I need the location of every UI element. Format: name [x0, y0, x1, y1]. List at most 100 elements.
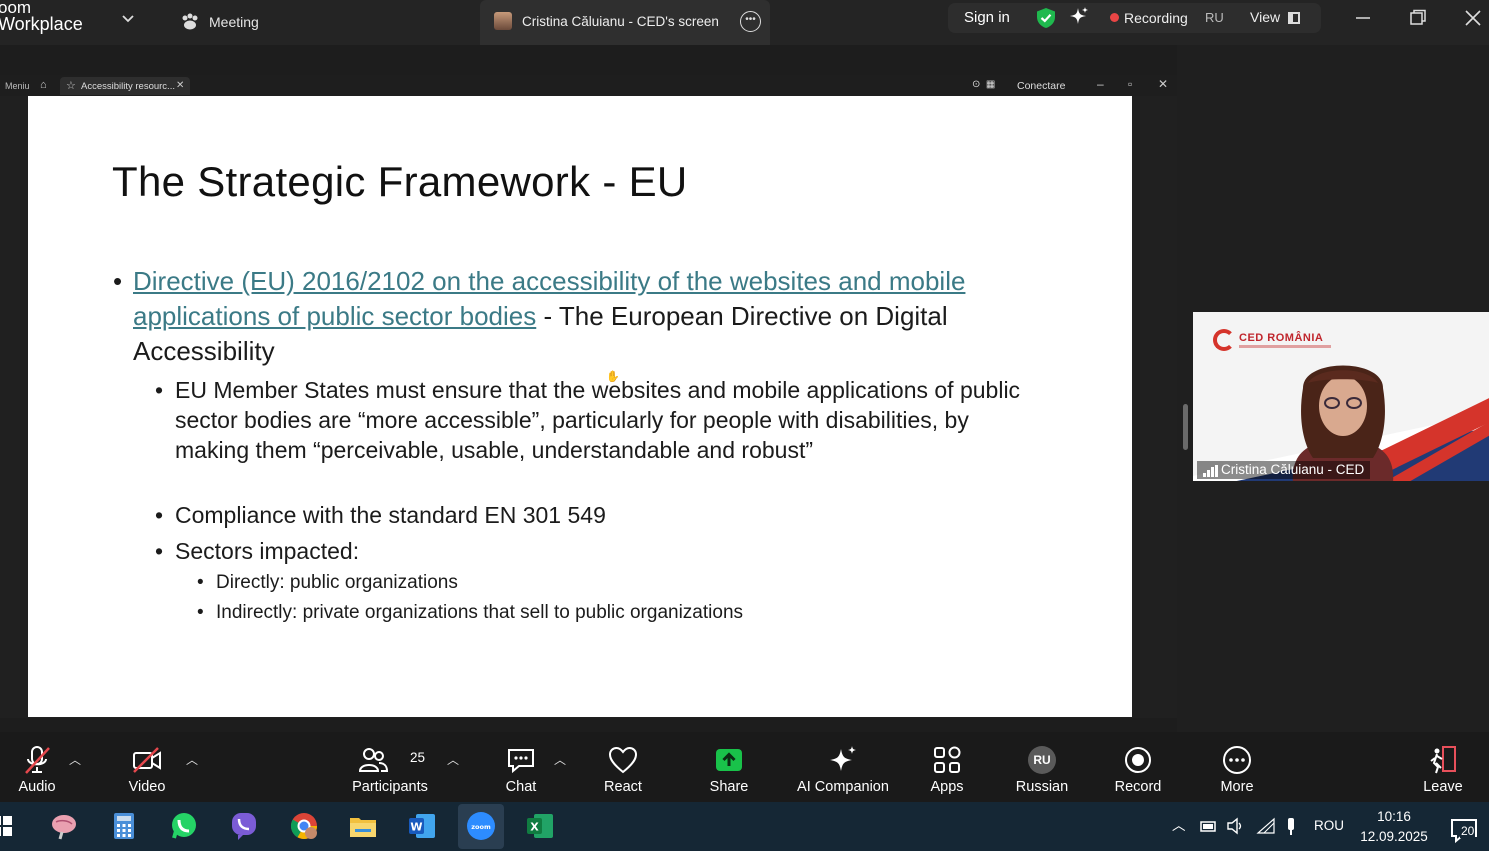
presentation-slide: The Strategic Framework - EU • Directive…	[28, 96, 1132, 717]
whatsapp-icon[interactable]	[168, 810, 200, 842]
browser-close-icon: ✕	[1158, 77, 1169, 91]
ai-companion-button[interactable]: AI Companion	[790, 732, 896, 802]
word-icon[interactable]: W	[406, 810, 438, 842]
slide-subbullet-member-states: • EU Member States must ensure that the …	[155, 375, 1045, 465]
recording-label[interactable]: Recording	[1124, 10, 1188, 26]
chat-button[interactable]: Chat	[490, 732, 552, 802]
bullet-dot: •	[155, 377, 164, 403]
chat-icon	[508, 749, 534, 774]
svg-text:X: X	[530, 821, 539, 834]
audio-options-chevron-icon[interactable]: ︿	[69, 751, 81, 768]
language-indicator-tray[interactable]: ROU	[1314, 818, 1344, 833]
clock-date: 12.09.2025	[1360, 829, 1428, 844]
record-button[interactable]: Record	[1106, 732, 1170, 802]
star-icon: ☆	[66, 80, 76, 92]
browser-minimize-icon: –	[1097, 77, 1104, 91]
ai-sparkle-icon[interactable]	[1068, 6, 1090, 28]
hand-cursor-icon: ✋	[606, 370, 620, 383]
chat-options-chevron-icon[interactable]: ︿	[554, 751, 566, 768]
windows-start-icon[interactable]	[0, 814, 14, 838]
bullet-dot: •	[197, 572, 204, 593]
battery-icon[interactable]	[1198, 818, 1218, 834]
video-options-chevron-icon[interactable]: ︿	[186, 751, 198, 768]
chevron-down-icon[interactable]	[122, 14, 134, 24]
panel-resize-handle[interactable]	[1183, 404, 1188, 450]
file-explorer-icon[interactable]	[347, 810, 379, 842]
bullet-dot: •	[113, 266, 123, 296]
audio-button[interactable]: Audio	[0, 732, 74, 802]
windows-taskbar: W zoom X ︿ ROU 10:16 12.09.2025 20	[0, 802, 1489, 851]
more-options-icon[interactable]: •••	[740, 11, 761, 32]
participants-count: 25	[410, 750, 426, 765]
chrome-icon[interactable]	[288, 810, 320, 842]
video-off-icon	[133, 747, 161, 773]
leave-button[interactable]: Leave	[1412, 732, 1474, 802]
slide-bullet-directive: • Directive (EU) 2016/2102 on the access…	[113, 264, 1033, 369]
subbullet-text: EU Member States must ensure that the we…	[175, 377, 1021, 463]
title-bar: oom Workplace Meeting Cristina Căluianu …	[0, 0, 1489, 45]
network-icon[interactable]	[1256, 817, 1276, 835]
minimize-icon[interactable]	[1352, 8, 1374, 28]
presenter-avatar	[494, 12, 512, 30]
russian-label: Russian	[1015, 779, 1069, 795]
ced-logo-text: CED ROMÂNIA	[1239, 332, 1324, 344]
tab-close-icon: ✕	[176, 80, 185, 91]
participants-button[interactable]: Participants	[345, 732, 435, 802]
language-indicator[interactable]: RU	[1205, 10, 1224, 25]
sign-in-button[interactable]: Sign in	[964, 9, 1010, 26]
close-icon[interactable]	[1462, 8, 1484, 28]
apps-grid-icon	[934, 746, 961, 773]
bullet-dot: •	[155, 538, 164, 564]
system-clock[interactable]: 10:16 12.09.2025	[1358, 807, 1430, 847]
sector-item-text: Indirectly: private organizations that s…	[216, 602, 744, 623]
sector-item-text: Directly: public organizations	[216, 572, 458, 593]
react-button[interactable]: React	[592, 732, 654, 802]
participant-video-tile[interactable]: CED ROMÂNIA Cristina Căluianu - CED	[1193, 312, 1489, 481]
zoom-window: oom Workplace Meeting Cristina Căluianu …	[0, 0, 1489, 851]
restore-icon[interactable]	[1407, 8, 1429, 28]
app-title: oom Workplace	[0, 0, 83, 33]
excel-icon[interactable]: X	[524, 810, 556, 842]
participants-options-chevron-icon[interactable]: ︿	[447, 751, 459, 768]
view-layout-icon[interactable]	[1288, 12, 1300, 24]
viber-icon[interactable]	[228, 810, 260, 842]
paw-meeting-icon	[182, 13, 198, 30]
share-screen-icon	[716, 749, 742, 771]
record-icon	[1125, 747, 1151, 773]
participants-icon	[358, 748, 389, 772]
bullet-dot: •	[197, 602, 204, 623]
ai-companion-sparkle-icon	[830, 746, 856, 771]
volume-icon[interactable]	[1226, 817, 1246, 835]
heart-icon	[608, 746, 638, 774]
pen-icon[interactable]	[1284, 816, 1298, 836]
meeting-tab[interactable]: Meeting	[180, 9, 259, 35]
share-button[interactable]: Share	[698, 732, 760, 802]
more-label: More	[1220, 779, 1254, 795]
encryption-shield-icon[interactable]	[1035, 7, 1057, 29]
more-button[interactable]: More	[1206, 732, 1268, 802]
slide-subbullet-compliance: • Compliance with the standard EN 301 54…	[155, 500, 1045, 530]
subbullet-text: Compliance with the standard EN 301 549	[175, 502, 606, 528]
microphone-muted-icon	[25, 746, 50, 774]
zoom-icon[interactable]: zoom	[465, 810, 497, 842]
show-hidden-icons-icon[interactable]: ︿	[1172, 814, 1186, 834]
browser-menu-label: Meniu	[5, 81, 30, 91]
apps-button[interactable]: Apps	[918, 732, 976, 802]
video-button[interactable]: Video	[110, 732, 184, 802]
screen-tab-label: Cristina Căluianu - CED's screen	[522, 14, 719, 29]
top-right-controls: Sign in Recording RU View	[948, 3, 1321, 33]
browser-connect-label: Conectare	[1017, 80, 1066, 92]
browser-restore-icon: ▫	[1128, 77, 1133, 91]
screen-share-tab[interactable]: Cristina Căluianu - CED's screen •••	[480, 0, 770, 45]
apps-label: Apps	[930, 779, 964, 795]
russian-interpretation-button[interactable]: RU Russian	[1010, 732, 1074, 802]
browser-tab-title: Accessibility resourc...	[81, 81, 175, 92]
ced-logo-icon	[1213, 329, 1235, 351]
brain-app-icon[interactable]	[48, 810, 80, 842]
language-badge-icon: RU	[1028, 746, 1056, 774]
leave-label: Leave	[1423, 779, 1463, 795]
calculator-icon[interactable]	[108, 810, 140, 842]
view-button[interactable]: View	[1250, 9, 1280, 25]
slide-sector-item: • Directly: public organizations	[197, 570, 1016, 596]
notification-count-badge: 20	[1460, 824, 1476, 838]
